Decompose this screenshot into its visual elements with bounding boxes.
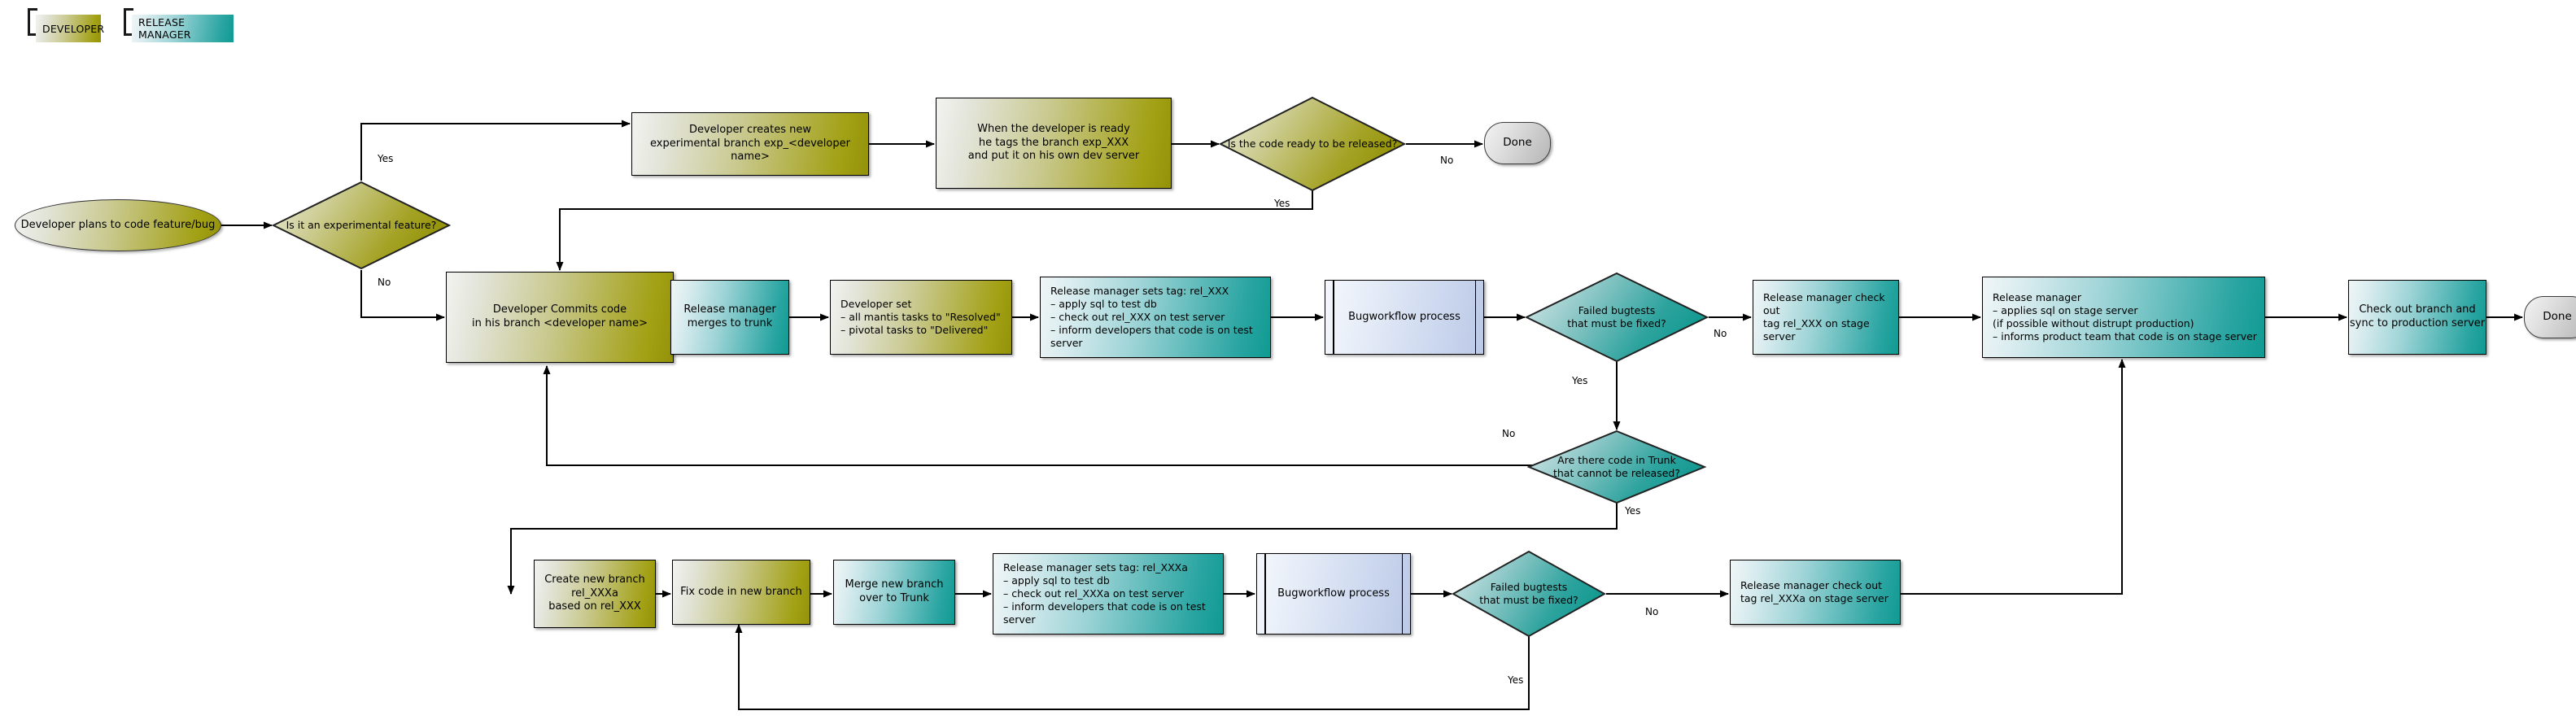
- node-rm-stage-details[interactable]: Release manager – applies sql on stage s…: [1982, 277, 2265, 358]
- node-create-experimental-branch-label: Developer creates new experimental branc…: [650, 124, 850, 164]
- node-decision-failed-bugtests-bottom[interactable]: Failed bugtests that must be fixed?: [1452, 550, 1606, 638]
- node-merge-to-trunk[interactable]: Release manager merges to trunk: [670, 280, 789, 355]
- node-tag-experimental-branch[interactable]: When the developer is ready he tags the …: [936, 98, 1172, 189]
- node-create-experimental-branch[interactable]: Developer creates new experimental branc…: [631, 112, 869, 176]
- node-decision-code-ready-label: Is the code ready to be released?: [1227, 137, 1398, 150]
- legend-item-release-manager: RELEASE MANAGER: [124, 8, 234, 42]
- node-done-top[interactable]: Done: [1484, 122, 1551, 164]
- flowchart-canvas: DEVELOPER RELEASE MANAGER Developer plan…: [0, 0, 2576, 724]
- predefined-process-bar-right-icon: [1401, 554, 1403, 634]
- edge-label-experimental-no: No: [378, 277, 391, 288]
- node-bugworkflow-bottom-label: Bugworkflow process: [1277, 587, 1390, 600]
- legend-label-developer: DEVELOPER: [42, 22, 105, 35]
- edge-label-trunk-no: No: [1502, 428, 1516, 439]
- node-done-right[interactable]: Done: [2524, 296, 2576, 338]
- node-bugworkflow-bottom[interactable]: Bugworkflow process: [1256, 553, 1411, 635]
- legend-swatch-release-manager: RELEASE MANAGER: [132, 15, 234, 42]
- node-decision-experimental-label: Is it an experimental feature?: [286, 219, 437, 231]
- node-decision-failed-bugtests-bottom-label: Failed bugtests that must be fixed?: [1479, 581, 1578, 606]
- node-fix-code-new-branch[interactable]: Fix code in new branch: [672, 560, 810, 625]
- node-decision-code-ready[interactable]: Is the code ready to be released?: [1219, 96, 1406, 192]
- node-developer-set-tasks-label: Developer set – all mantis tasks to "Res…: [840, 298, 1001, 336]
- edge-label-ready-no: No: [1440, 155, 1454, 166]
- node-rm-checkout-stage-relxxx-label: Release manager check out tag rel_XXX on…: [1763, 291, 1885, 342]
- node-decision-code-in-trunk-label: Are there code in Trunk that cannot be r…: [1552, 454, 1680, 479]
- node-rm-checkout-stage-relxxxa[interactable]: Release manager check out tag rel_XXXa o…: [1730, 560, 1901, 625]
- node-decision-experimental[interactable]: Is it an experimental feature?: [272, 181, 451, 270]
- edge-label-failed-bottom-yes: Yes: [1508, 674, 1524, 686]
- node-merge-new-branch-trunk[interactable]: Merge new branch over to Trunk: [833, 560, 955, 625]
- node-rm-sets-tag-relxxx-label: Release manager sets tag: rel_XXX – appl…: [1050, 285, 1253, 349]
- edge-label-failed-top-no: No: [1714, 328, 1727, 339]
- edge-label-trunk-yes: Yes: [1625, 505, 1641, 517]
- node-create-branch-relxxxa-label: Create new branch rel_XXXa based on rel_…: [544, 574, 645, 613]
- node-bugworkflow-top-label: Bugworkflow process: [1348, 310, 1460, 323]
- node-checkout-production[interactable]: Check out branch and sync to production …: [2348, 280, 2486, 355]
- edge-label-experimental-yes: Yes: [378, 153, 394, 164]
- edge-label-failed-bottom-no: No: [1645, 606, 1659, 617]
- node-rm-checkout-stage-relxxx[interactable]: Release manager check out tag rel_XXX on…: [1753, 280, 1899, 355]
- node-done-right-label: Done: [2543, 310, 2572, 324]
- node-rm-sets-tag-relxxx[interactable]: Release manager sets tag: rel_XXX – appl…: [1040, 277, 1271, 358]
- legend-item-developer: DEVELOPER: [28, 8, 105, 42]
- node-start-label: Developer plans to code feature/bug: [20, 218, 216, 231]
- legend-swatch-developer: DEVELOPER: [36, 15, 105, 42]
- node-start[interactable]: Developer plans to code feature/bug: [15, 199, 221, 251]
- node-rm-stage-details-label: Release manager – applies sql on stage s…: [1993, 291, 2257, 342]
- node-bugworkflow-top[interactable]: Bugworkflow process: [1325, 280, 1484, 355]
- node-developer-commits-label: Developer Commits code in his branch <de…: [472, 303, 648, 329]
- edge-label-ready-yes: Yes: [1274, 198, 1290, 209]
- node-rm-sets-tag-relxxxa[interactable]: Release manager sets tag: rel_XXXa – app…: [993, 553, 1224, 635]
- node-developer-commits[interactable]: Developer Commits code in his branch <de…: [446, 272, 674, 363]
- node-create-branch-relxxxa[interactable]: Create new branch rel_XXXa based on rel_…: [534, 560, 656, 628]
- node-rm-sets-tag-relxxxa-label: Release manager sets tag: rel_XXXa – app…: [1003, 561, 1206, 626]
- node-developer-set-tasks[interactable]: Developer set – all mantis tasks to "Res…: [830, 280, 1012, 355]
- predefined-process-bar-left-icon: [1333, 281, 1334, 354]
- node-rm-checkout-stage-relxxxa-label: Release manager check out tag rel_XXXa o…: [1740, 579, 1888, 604]
- edge-label-failed-top-yes: Yes: [1572, 375, 1588, 386]
- node-done-top-label: Done: [1503, 136, 1532, 150]
- node-tag-experimental-branch-label: When the developer is ready he tags the …: [967, 123, 1140, 163]
- legend-label-release-manager: RELEASE MANAGER: [138, 16, 191, 41]
- node-decision-code-in-trunk[interactable]: Are there code in Trunk that cannot be r…: [1527, 430, 1706, 504]
- node-decision-failed-bugtests-top[interactable]: Failed bugtests that must be fixed?: [1525, 272, 1709, 363]
- predefined-process-bar-right-icon: [1474, 281, 1476, 354]
- node-checkout-production-label: Check out branch and sync to production …: [2349, 303, 2486, 329]
- node-fix-code-new-branch-label: Fix code in new branch: [680, 585, 802, 598]
- node-merge-new-branch-trunk-label: Merge new branch over to Trunk: [845, 578, 944, 604]
- node-decision-failed-bugtests-top-label: Failed bugtests that must be fixed?: [1567, 304, 1666, 329]
- predefined-process-bar-left-icon: [1264, 554, 1266, 634]
- node-merge-to-trunk-label: Release manager merges to trunk: [683, 303, 776, 329]
